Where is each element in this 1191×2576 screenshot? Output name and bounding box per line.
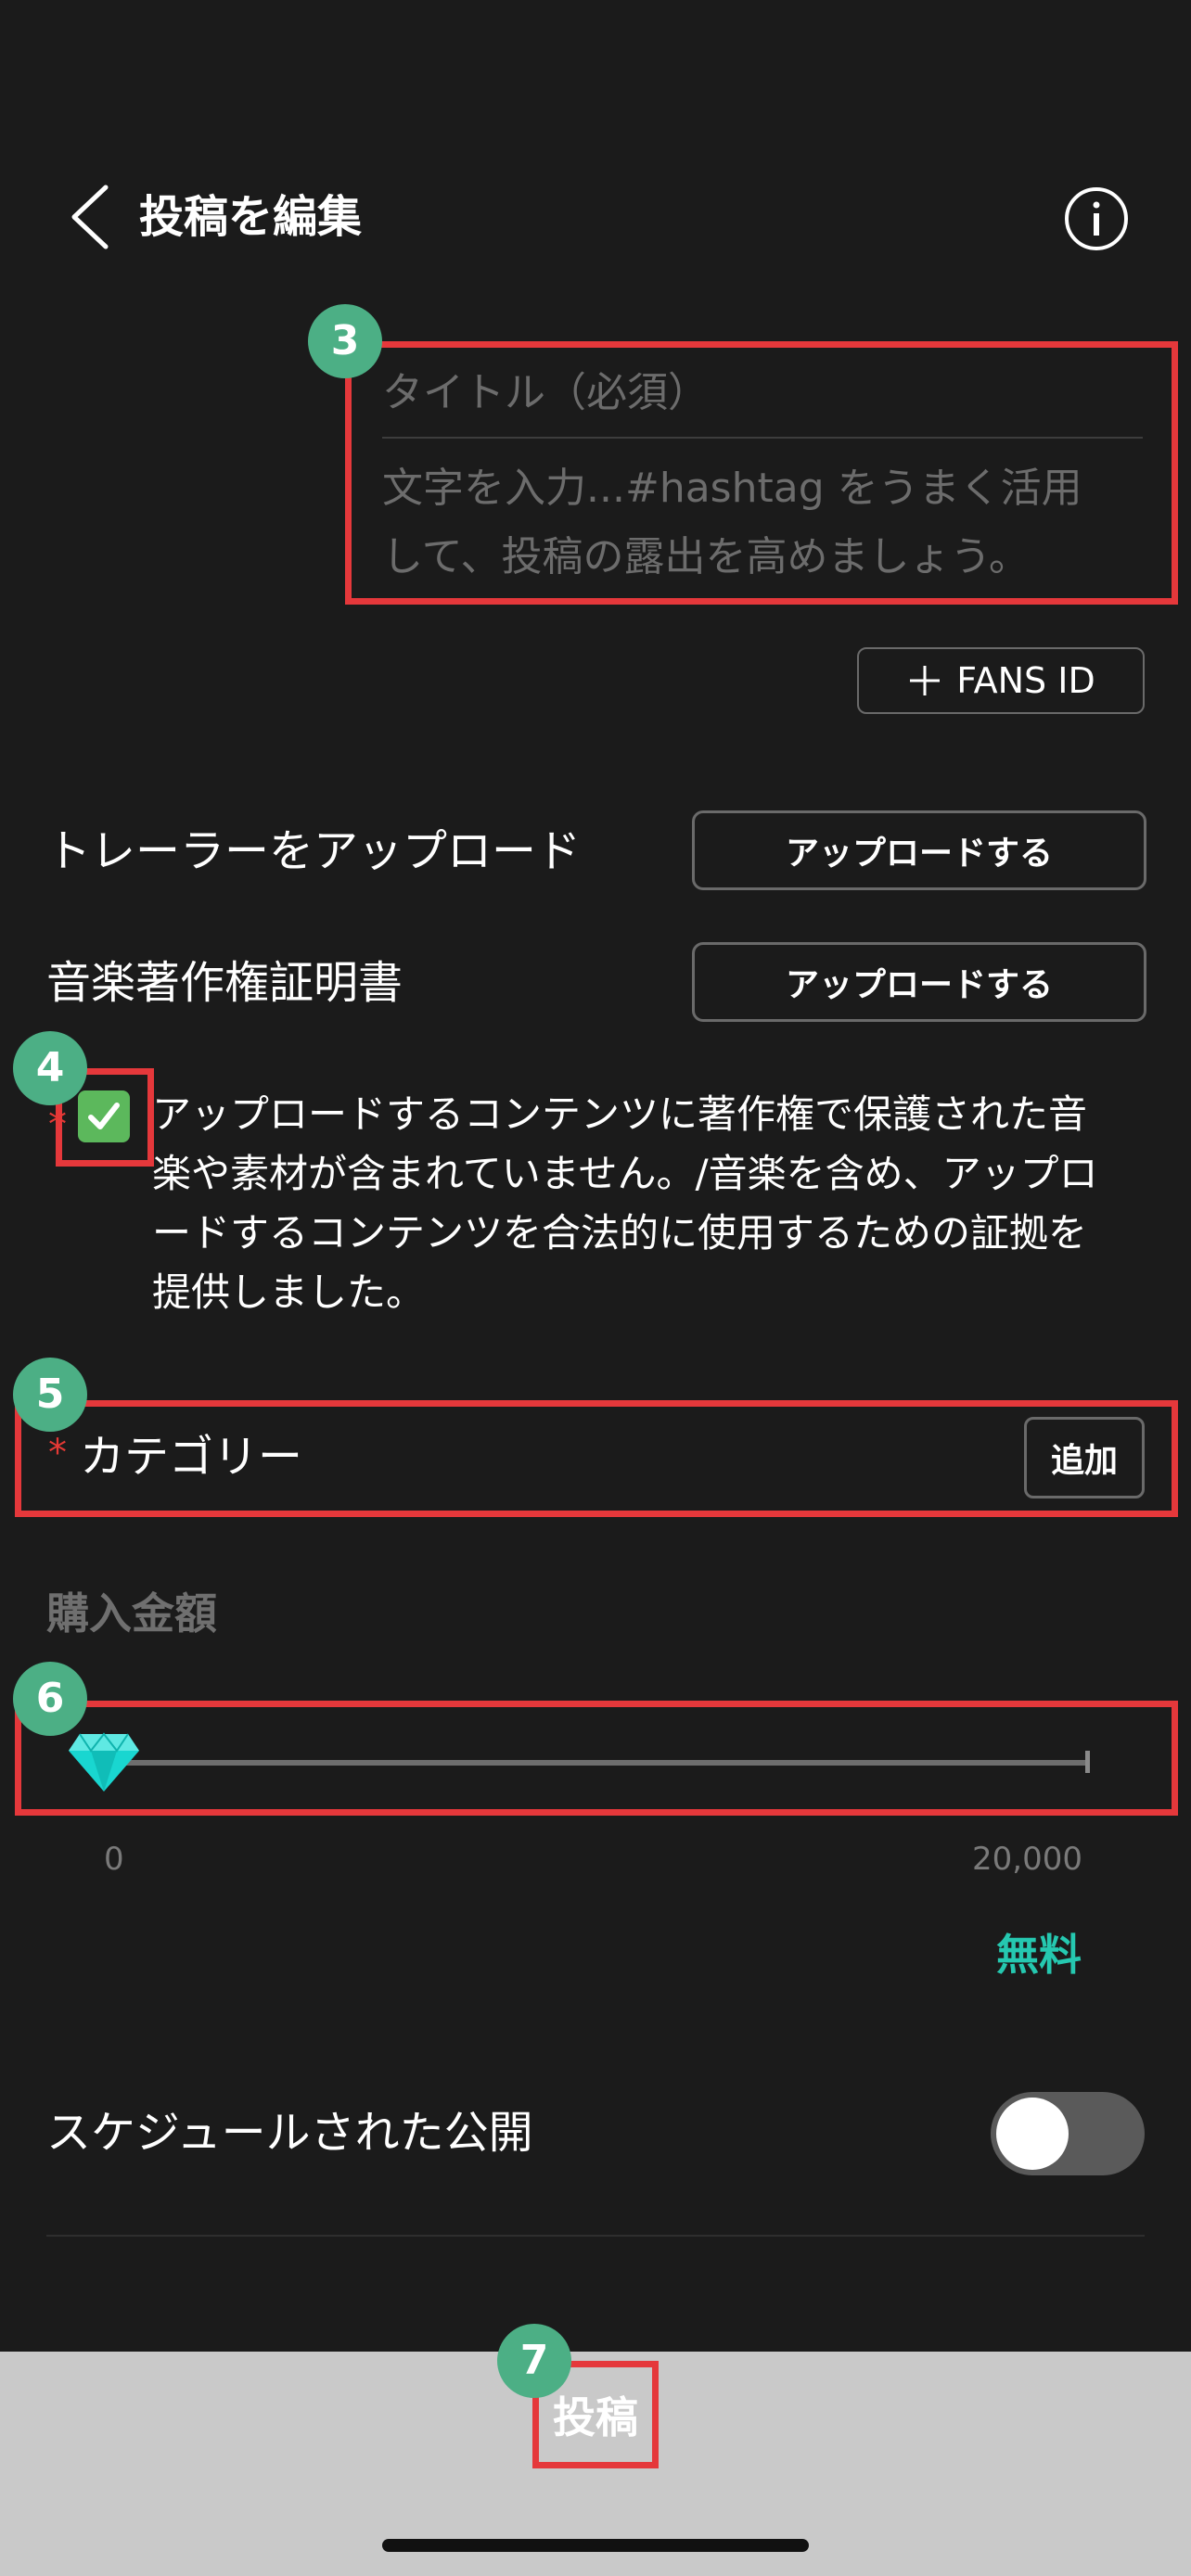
annotation-badge-6: 6 [13, 1662, 87, 1736]
chevron-left-icon[interactable] [65, 182, 117, 252]
schedule-toggle[interactable] [991, 2092, 1145, 2175]
plus-icon [910, 666, 941, 695]
required-mark: * [48, 1103, 67, 1146]
consent-text: アップロードするコンテンツに著作権で保護された音 楽や素材が含まれていません。/… [152, 1085, 1154, 1322]
annotation-box-slider [15, 1701, 1178, 1816]
home-indicator [382, 2539, 809, 2552]
fans-id-label: FANS ID [956, 660, 1095, 701]
annotation-badge-4: 4 [13, 1031, 87, 1105]
price-slider-track[interactable] [102, 1760, 1089, 1766]
diamond-icon[interactable] [67, 1730, 141, 1795]
fans-id-button[interactable]: FANS ID [857, 647, 1145, 714]
consent-line: ードするコンテンツを合法的に使用するための証拠を [152, 1210, 1088, 1256]
slider-max-label: 20,000 [972, 1841, 1082, 1878]
music-copyright-upload-button[interactable]: アップロードする [692, 942, 1146, 1022]
trailer-upload-button[interactable]: アップロードする [692, 810, 1146, 890]
annotation-badge-3: 3 [308, 304, 382, 378]
price-title: 購入金額 [46, 1588, 217, 1639]
category-label: カテゴリー [80, 1431, 303, 1483]
slider-min-label: 0 [104, 1841, 124, 1878]
price-slider-end [1085, 1751, 1090, 1773]
price-value: 無料 [996, 1930, 1082, 1980]
description-placeholder-line: して、投稿の露出を高めましょう。 [382, 533, 1030, 580]
category-add-button[interactable]: 追加 [1024, 1417, 1145, 1498]
trailer-upload-label: トレーラーをアップロード [46, 825, 582, 877]
post-button[interactable]: 投稿 [536, 2363, 655, 2467]
page-title: 投稿を編集 [139, 191, 363, 243]
consent-line: 楽や素材が含まれていません。/音楽を含め、アップロ [152, 1151, 1098, 1196]
consent-line: アップロードするコンテンツに著作権で保護された音 [152, 1091, 1088, 1137]
consent-checkbox[interactable] [78, 1090, 130, 1142]
checkmark-icon [88, 1103, 120, 1129]
toggle-knob [996, 2098, 1069, 2170]
description-placeholder-line: 文字を入力...#hashtag をうまく活用 [382, 465, 1082, 512]
schedule-label: スケジュールされた公開 [46, 2107, 533, 2159]
info-circle-icon[interactable] [1063, 185, 1130, 252]
title-divider [382, 437, 1143, 439]
description-input[interactable]: 文字を入力...#hashtag をうまく活用 して、投稿の露出を高めましょう。 [382, 454, 1152, 592]
required-mark: * [48, 1432, 67, 1474]
annotation-badge-5: 5 [13, 1358, 87, 1432]
music-copyright-label: 音楽著作権証明書 [46, 957, 403, 1009]
consent-line: 提供しました。 [152, 1269, 426, 1315]
title-input[interactable]: タイトル（必須） [382, 363, 1143, 423]
divider [46, 2235, 1145, 2237]
